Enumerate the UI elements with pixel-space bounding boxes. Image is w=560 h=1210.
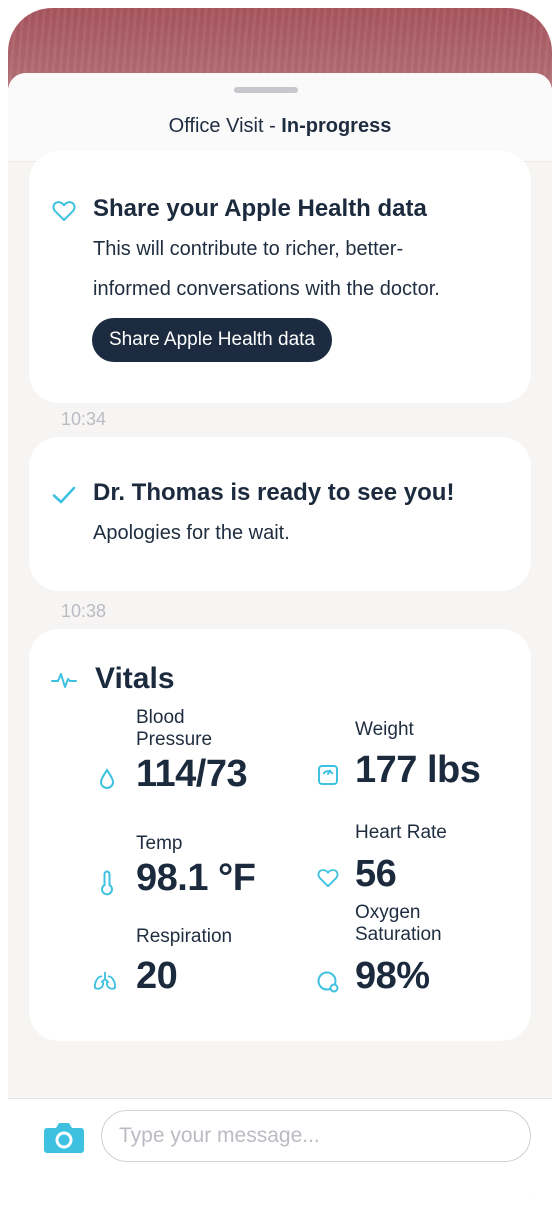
oxygen-saturation-label: Oxygen Saturation: [355, 902, 442, 946]
heart-icon: [316, 866, 340, 890]
apple-health-card: Share your Apple Health data This will c…: [29, 151, 531, 403]
timestamp: 10:38: [61, 601, 107, 621]
apple-health-title: Share your Apple Health data: [93, 195, 427, 222]
blood-pressure-value: 114/73: [136, 753, 248, 795]
oxygen-saturation-label-line1: Oxygen: [355, 902, 421, 923]
temp-value: 98.1 °F: [136, 857, 256, 899]
oxygen-saturation-label-line2: Saturation: [355, 924, 442, 945]
heart-rate-value: 56: [355, 853, 397, 895]
checkmark-icon: [51, 482, 77, 508]
scale-icon: [316, 763, 340, 787]
blood-pressure-label: Blood Pressure: [136, 707, 212, 751]
sheet-grabber-handle[interactable]: [234, 87, 298, 93]
message-input[interactable]: [101, 1110, 531, 1162]
lungs-icon: [93, 969, 117, 993]
oxygen-saturation-value: 98%: [355, 955, 430, 997]
visit-status: In-progress: [281, 115, 392, 137]
thermometer-icon: [95, 870, 119, 896]
weight-value: 177 lbs: [355, 749, 481, 791]
weight-label-line1: Weight: [355, 719, 414, 740]
respiration-value: 20: [136, 955, 178, 997]
vitals-title: Vitals: [95, 662, 175, 695]
page-title: Office Visit - In-progress: [8, 115, 552, 138]
doctor-ready-message: Apologies for the wait.: [93, 522, 290, 544]
message-composer: [8, 1098, 552, 1202]
apple-health-description-line1: This will contribute to richer, better-: [93, 238, 404, 260]
blood-pressure-label-line2: Pressure: [136, 729, 213, 750]
oxygen-icon: [316, 970, 340, 994]
apple-health-description: This will contribute to richer, better- …: [93, 229, 440, 309]
droplet-icon: [95, 767, 119, 791]
temp-label-line1: Temp: [136, 833, 183, 854]
vitals-card: Vitals Blood Pressure 114/73 Weight 177 …: [29, 629, 531, 1041]
apple-health-description-line2: informed conversations with the doctor.: [93, 278, 440, 300]
timestamp: 10:34: [61, 409, 107, 429]
heart-rate-label-line1: Heart Rate: [355, 822, 447, 843]
share-apple-health-button[interactable]: Share Apple Health data: [92, 318, 332, 362]
temp-label: Temp: [136, 833, 182, 855]
heart-outline-icon: [51, 198, 77, 224]
respiration-label: Respiration: [136, 926, 232, 948]
doctor-ready-card: Dr. Thomas is ready to see you! Apologie…: [29, 437, 531, 591]
doctor-ready-title: Dr. Thomas is ready to see you!: [93, 479, 455, 506]
pulse-icon: [51, 667, 77, 693]
visit-sheet: Office Visit - In-progress Share your Ap…: [8, 73, 552, 1202]
weight-label: Weight: [355, 719, 414, 741]
camera-icon[interactable]: [43, 1120, 85, 1154]
blood-pressure-label-line1: Blood: [136, 707, 185, 728]
respiration-label-line1: Respiration: [136, 926, 233, 947]
sheet-header: Office Visit - In-progress: [8, 73, 552, 162]
phone-screen: Office Visit - In-progress Share your Ap…: [8, 8, 552, 1202]
page-title-prefix: Office Visit -: [168, 115, 282, 137]
heart-rate-label: Heart Rate: [355, 822, 447, 844]
